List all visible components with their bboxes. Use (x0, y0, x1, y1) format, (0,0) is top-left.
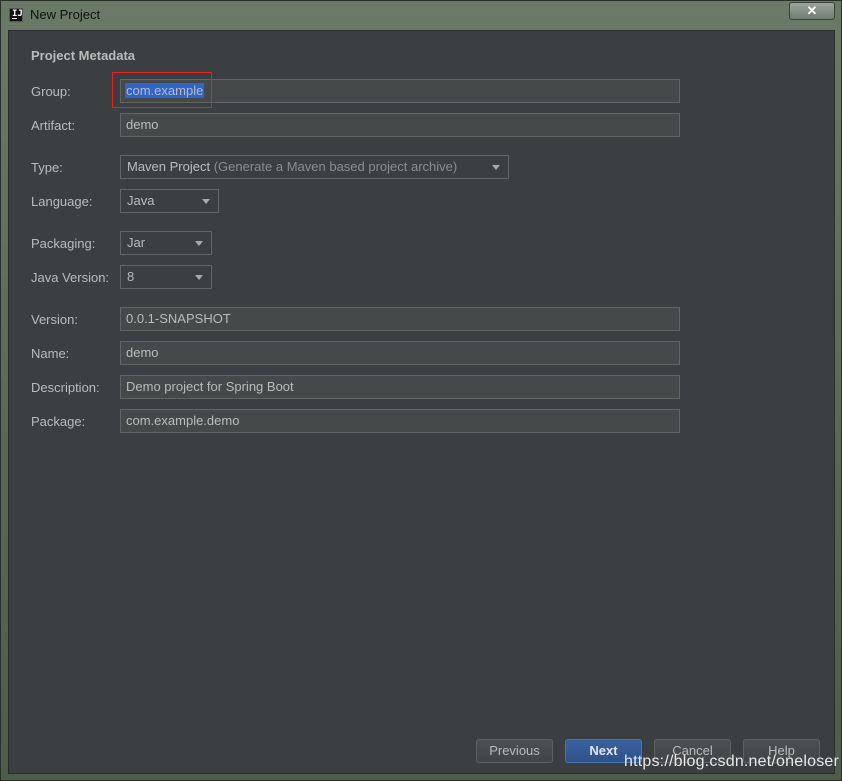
artifact-input[interactable]: demo (120, 113, 680, 137)
section-title: Project Metadata (31, 48, 136, 63)
type-dropdown[interactable]: Maven Project (Generate a Maven based pr… (120, 155, 509, 179)
language-dropdown[interactable]: Java (120, 189, 219, 213)
intellij-app-icon: IJ (9, 8, 23, 22)
type-dropdown-hint: (Generate a Maven based project archive) (213, 159, 458, 174)
chevron-down-icon (195, 241, 203, 246)
version-input[interactable]: 0.0.1-SNAPSHOT (120, 307, 680, 331)
description-input[interactable]: Demo project for Spring Boot (120, 375, 680, 399)
package-label: Package: (31, 414, 86, 429)
packaging-dropdown-value: Jar (127, 235, 146, 250)
java-version-label: Java Version: (31, 270, 110, 285)
previous-button[interactable]: Previous (476, 739, 553, 763)
highlight-annotation-box (112, 72, 212, 108)
packaging-dropdown[interactable]: Jar (120, 231, 212, 255)
name-input[interactable]: demo (120, 341, 680, 365)
close-button[interactable]: ✕ (789, 2, 835, 20)
chevron-down-icon (202, 199, 210, 204)
type-label: Type: (31, 160, 63, 175)
watermark-text: https://blog.csdn.net/oneloser (624, 753, 840, 770)
version-label: Version: (31, 312, 78, 327)
java-version-dropdown[interactable]: 8 (120, 265, 212, 289)
packaging-label: Packaging: (31, 236, 96, 251)
language-dropdown-value: Java (127, 193, 155, 208)
description-label: Description: (31, 380, 100, 395)
title-bar[interactable]: IJ New Project ✕ (1, 1, 841, 29)
java-version-dropdown-value: 8 (127, 269, 135, 284)
type-dropdown-value: Maven Project (127, 159, 211, 174)
name-label: Name: (31, 346, 70, 361)
dialog-content: Project Metadata Group: com.example Arti… (8, 30, 835, 774)
package-input[interactable]: com.example.demo (120, 409, 680, 433)
window-title: New Project (30, 7, 101, 22)
group-label: Group: (31, 84, 71, 99)
new-project-window: IJ New Project ✕ Project Metadata Group:… (0, 0, 842, 781)
chevron-down-icon (492, 165, 500, 170)
language-label: Language: (31, 194, 93, 209)
artifact-label: Artifact: (31, 118, 76, 133)
chevron-down-icon (195, 275, 203, 280)
